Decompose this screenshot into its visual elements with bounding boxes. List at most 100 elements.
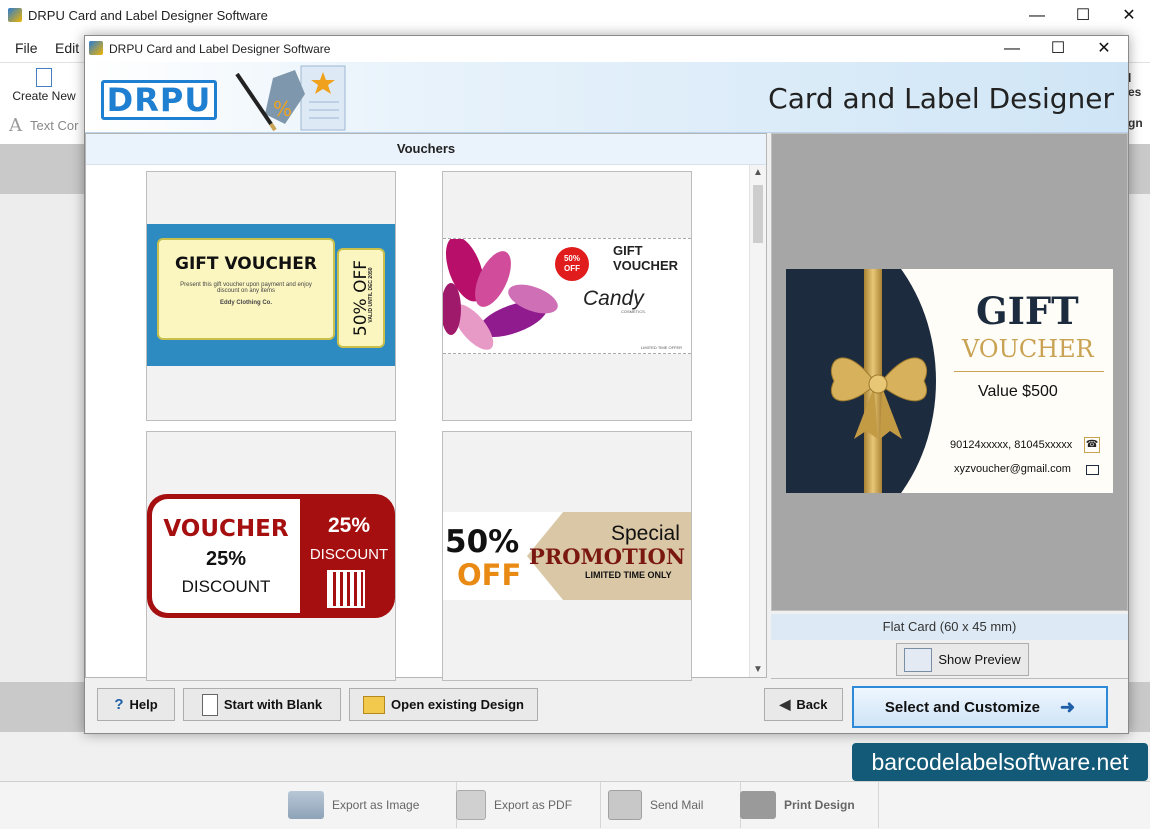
- t1-company: Eddy Clothing Co.: [220, 300, 272, 306]
- t3-right-value: 25%: [327, 514, 371, 537]
- menu-file[interactable]: File: [15, 40, 38, 56]
- outer-bottom-toolbar: Export as Image Export as PDF Send Mail …: [0, 781, 1150, 829]
- gallery-scrollbar[interactable]: ▲ ▼: [749, 165, 766, 677]
- text-tool-icon: A: [9, 115, 22, 136]
- show-preview-label: Show Preview: [938, 652, 1021, 667]
- t2-title-2: VOUCHER: [613, 258, 679, 273]
- create-new-button[interactable]: Create New: [6, 65, 82, 105]
- start-blank-button[interactable]: Start with Blank: [183, 688, 341, 721]
- select-customize-button[interactable]: Select and Customize ➜: [852, 686, 1108, 728]
- back-arrow-icon: ◀: [779, 696, 791, 712]
- dialog-title: DRPU Card and Label Designer Software: [109, 42, 331, 56]
- template-gift-voucher[interactable]: GIFT VOUCHER Present this gift voucher u…: [146, 171, 396, 421]
- t2-brand: Candy: [583, 287, 644, 310]
- category-header: Vouchers: [86, 134, 766, 165]
- t1-valid: VALID UNTIL DEC 2050: [368, 267, 374, 323]
- new-document-icon: [36, 68, 52, 87]
- t4-value: 50%: [445, 524, 520, 560]
- dialog-maximize-button[interactable]: ☐: [1035, 36, 1081, 62]
- t4-off: OFF: [457, 558, 522, 592]
- print-design-label: Print Design: [784, 798, 855, 812]
- mail-icon: [608, 790, 642, 820]
- t2-badge: 50% OFF: [555, 247, 589, 281]
- help-icon: ?: [114, 696, 124, 713]
- qr-code-icon: [327, 570, 365, 608]
- dialog-titlebar: DRPU Card and Label Designer Software — …: [85, 36, 1128, 62]
- back-label: Back: [796, 697, 828, 712]
- dialog-app-icon: [89, 41, 103, 55]
- phone-icon: ☎: [1084, 437, 1100, 453]
- t2-brand-sub: COSMETICS.: [621, 309, 646, 314]
- banner-app-title: Card and Label Designer: [768, 82, 1114, 115]
- create-new-label: Create New: [12, 89, 76, 103]
- preview-value: Value $500: [978, 383, 1058, 400]
- drpu-logo: DRPU: [101, 80, 217, 120]
- template-discount-voucher[interactable]: VOUCHER 25% DISCOUNT 25% DISCOUNT: [146, 431, 396, 681]
- t1-body: Present this gift voucher upon payment a…: [180, 282, 312, 294]
- preview-email: xyzvoucher@gmail.com: [954, 463, 1071, 475]
- menu-edit[interactable]: Edit: [55, 40, 79, 56]
- toolbar-partial-label-2: es: [1128, 85, 1142, 99]
- toolbar-partial-label-3: gn: [1128, 116, 1143, 130]
- t3-left-label: DISCOUNT: [181, 577, 271, 596]
- template-special-promotion[interactable]: 50% OFF Special PROMOTION LIMITED TIME O…: [442, 431, 692, 681]
- t2-footer: LIMITED TIME OFFER: [641, 345, 683, 350]
- help-label: Help: [129, 697, 158, 712]
- outer-maximize-button[interactable]: ☐: [1060, 0, 1106, 32]
- outer-minimize-button[interactable]: —: [1014, 0, 1060, 32]
- template-1-artwork: GIFT VOUCHER Present this gift voucher u…: [147, 224, 395, 366]
- template-candy-voucher[interactable]: 50% OFF GIFT VOUCHER Candy COSMETICS. LI…: [442, 171, 692, 421]
- select-customize-label: Select and Customize: [884, 698, 1040, 716]
- preview-separator: [771, 678, 1128, 679]
- back-button[interactable]: ◀ Back: [764, 688, 843, 721]
- t2-badge-text: 50% OFF: [563, 254, 580, 273]
- scroll-up-arrow-icon[interactable]: ▲: [753, 167, 763, 178]
- preview-gift-card: GIFT VOUCHER Value $500 90124xxxxx, 8104…: [786, 269, 1113, 493]
- export-pdf-label: Export as PDF: [494, 798, 573, 812]
- t3-title: VOUCHER: [163, 516, 289, 542]
- printer-icon: [740, 791, 776, 819]
- pdf-icon: [456, 790, 486, 820]
- t1-title: GIFT VOUCHER: [175, 254, 317, 274]
- start-blank-label: Start with Blank: [223, 697, 323, 712]
- t4-special: Special: [611, 522, 680, 545]
- outer-close-button[interactable]: ✕: [1106, 0, 1150, 32]
- show-preview-button[interactable]: Show Preview: [896, 643, 1029, 676]
- preview-pane: GIFT VOUCHER Value $500 90124xxxxx, 8104…: [771, 133, 1128, 611]
- magnifier-card-icon: [904, 647, 933, 672]
- pen-tag-icon: %: [235, 65, 346, 132]
- template-dialog: DRPU Card and Label Designer Software — …: [84, 35, 1129, 734]
- outer-window-title: DRPU Card and Label Designer Software: [28, 8, 268, 23]
- preview-divider: [954, 371, 1104, 372]
- preview-phone: 90124xxxxx, 81045xxxxx: [950, 439, 1073, 451]
- print-design-button[interactable]: Print Design: [740, 782, 879, 828]
- outer-titlebar: DRPU Card and Label Designer Software — …: [0, 0, 1150, 33]
- watermark-text: barcodelabelsoftware.net: [871, 749, 1129, 775]
- dialog-close-button[interactable]: ✕: [1081, 36, 1127, 62]
- template-4-artwork: 50% OFF Special PROMOTION LIMITED TIME O…: [443, 512, 691, 600]
- template-3-artwork: VOUCHER 25% DISCOUNT 25% DISCOUNT: [147, 494, 395, 618]
- folder-open-icon: [363, 695, 386, 714]
- export-pdf-button[interactable]: Export as PDF: [456, 782, 601, 828]
- watermark-banner: barcodelabelsoftware.net: [852, 743, 1148, 781]
- t4-limited: LIMITED TIME ONLY: [585, 570, 672, 580]
- template-2-artwork: 50% OFF GIFT VOUCHER Candy COSMETICS. LI…: [443, 238, 691, 354]
- scroll-down-arrow-icon[interactable]: ▼: [753, 664, 763, 675]
- text-tool-label[interactable]: Text Cor: [30, 118, 78, 133]
- preview-voucher: VOUCHER: [962, 335, 1094, 363]
- t2-title-1: GIFT: [613, 243, 643, 258]
- forward-arrow-icon: ➜: [1059, 696, 1076, 717]
- open-existing-label: Open existing Design: [391, 697, 524, 712]
- open-existing-button[interactable]: Open existing Design: [349, 688, 538, 721]
- scrollbar-thumb[interactable]: [753, 185, 763, 243]
- image-icon: [288, 791, 324, 819]
- t4-promotion: PROMOTION: [529, 544, 686, 569]
- blank-page-icon: [201, 693, 218, 716]
- dialog-minimize-button[interactable]: —: [989, 36, 1035, 62]
- help-button[interactable]: ? Help: [97, 688, 175, 721]
- send-mail-button[interactable]: Send Mail: [608, 782, 741, 828]
- export-image-button[interactable]: Export as Image: [288, 782, 457, 828]
- app-icon: [8, 8, 22, 22]
- t3-left-value: 25%: [205, 548, 247, 570]
- dialog-banner: DRPU % Card and Label Designer: [85, 62, 1128, 133]
